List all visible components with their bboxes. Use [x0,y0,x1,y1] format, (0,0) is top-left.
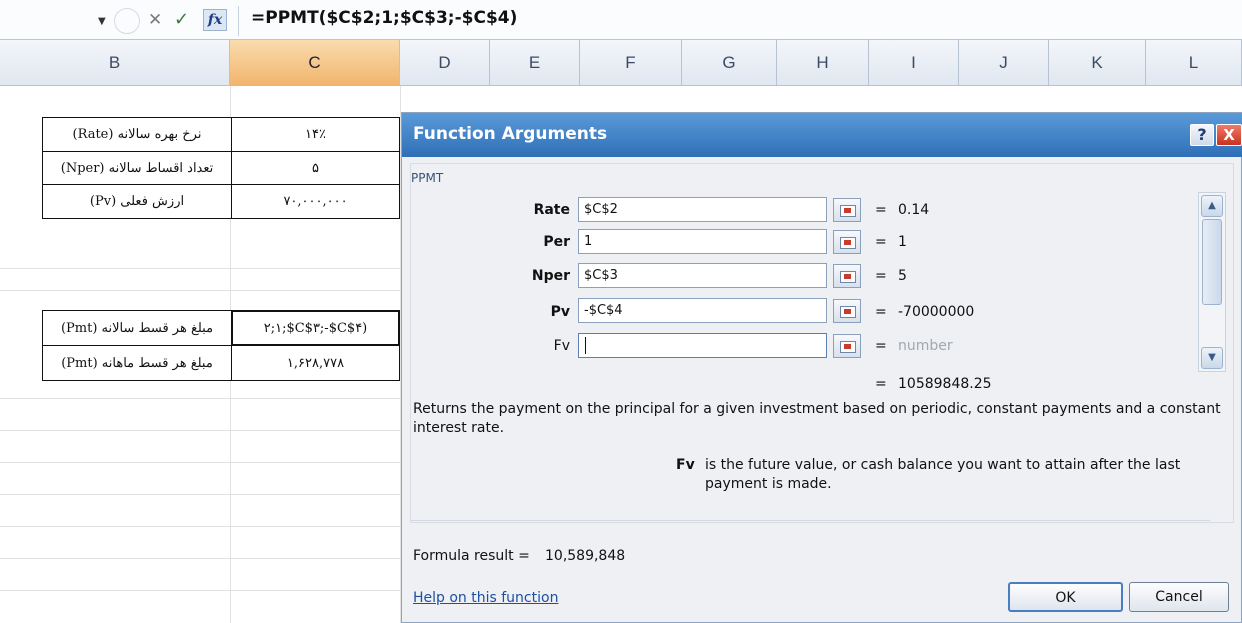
grid-line [0,290,400,291]
value-cell-pv[interactable]: ۷۰,۰۰۰,۰۰۰ [231,184,400,219]
label-cell-nper[interactable]: تعداد اقساط سالانه (Nper) [42,151,232,185]
formula-bar: ▼ ✕ ✓ fx =PPMT($C$2;1;$C$3;-$C$4) [0,0,1242,40]
arguments-scrollbar[interactable]: ▲ ▼ [1198,192,1226,372]
column-header-i[interactable]: I [869,40,959,86]
help-icon[interactable]: ? [1190,124,1214,146]
column-header-f[interactable]: F [580,40,682,86]
arg-input-pv[interactable]: -$C$4 [578,298,827,323]
grid-line [0,398,400,399]
column-header-g[interactable]: G [682,40,777,86]
result-equals: = [875,376,887,392]
arg-input-nper[interactable]: $C$3 [578,263,827,288]
function-arguments-dialog: Function Arguments ? X PPMT [401,112,1242,623]
formula-result-label: Formula result = [413,548,530,564]
arg-input-per[interactable]: 1 [578,229,827,254]
column-header-h[interactable]: H [777,40,869,86]
label-cell-annual-pmt[interactable]: مبلغ هر قسط سالانه (Pmt) [42,310,232,346]
arg-label-rate: Rate [533,202,570,218]
column-header-e[interactable]: E [490,40,580,86]
column-header-b[interactable]: B [0,40,230,86]
arg-value-rate: 0.14 [898,202,930,218]
label-cell-rate[interactable]: نرخ بهره سالانه (Rate) [42,117,232,152]
enter-entry-icon[interactable]: ✓ [174,9,189,30]
grid-line [0,494,400,495]
cancel-entry-icon[interactable]: ✕ [148,10,162,30]
dialog-title: Function Arguments [413,124,608,144]
formula-bar-divider [238,6,239,36]
scroll-up-icon[interactable]: ▲ [1201,195,1223,217]
arg-label-per: Per [543,234,570,250]
formula-bar-splitter-icon[interactable] [114,8,140,34]
grid-line [0,462,400,463]
formula-input[interactable]: =PPMT($C$2;1;$C$3;-$C$4) [251,8,517,28]
collapse-dialog-fv-icon[interactable] [833,334,861,358]
function-result-value: 10589848.25 [898,376,992,392]
arg-value-per: 1 [898,234,907,250]
function-description-cont: interest rate. [413,420,505,436]
value-cell-nper[interactable]: ۵ [231,151,400,185]
arg-help-text: is the future value, or cash balance you… [705,457,1181,473]
arg-equals: = [875,338,887,354]
function-description: Returns the payment on the principal for… [413,401,1221,417]
arg-label-pv: Pv [550,304,570,320]
arg-label-nper: Nper [531,268,570,284]
collapse-dialog-pv-icon[interactable] [833,299,861,323]
ok-button[interactable]: OK [1008,582,1123,612]
column-header-l[interactable]: L [1146,40,1242,86]
function-name-label: PPMT [411,171,444,185]
value-cell-monthly-pmt[interactable]: ۱,۶۲۸,۷۷۸ [231,345,400,381]
label-cell-monthly-pmt[interactable]: مبلغ هر قسط ماهانه (Pmt) [42,345,232,381]
formula-result-value: 10,589,848 [545,548,626,564]
arg-equals: = [875,268,887,284]
grid-line [0,590,400,591]
text-cursor [585,337,586,354]
cancel-button[interactable]: Cancel [1129,582,1229,612]
column-header-j[interactable]: J [959,40,1049,86]
arg-value-pv: -70000000 [898,304,975,320]
value-cell-rate[interactable]: ۱۴٪ [231,117,400,152]
collapse-dialog-nper-icon[interactable] [833,264,861,288]
grid-line [0,558,400,559]
grid-line [0,268,400,269]
column-header-d[interactable]: D [400,40,490,86]
collapse-dialog-per-icon[interactable] [833,230,861,254]
arg-input-fv[interactable] [578,333,827,358]
arg-equals: = [875,202,887,218]
help-on-function-link[interactable]: Help on this function [413,590,558,606]
arg-help-name: Fv [676,457,695,473]
arg-input-rate[interactable]: $C$2 [578,197,827,222]
arg-value-nper: 5 [898,268,907,284]
collapse-dialog-rate-icon[interactable] [833,198,861,222]
label-cell-pv[interactable]: ارزش فعلی (Pv) [42,184,232,219]
arg-label-fv: Fv [553,338,570,354]
arg-equals: = [875,304,887,320]
dialog-divider [410,520,1210,521]
scroll-thumb[interactable] [1202,219,1222,305]
name-box-dropdown-icon[interactable]: ▼ [98,16,106,27]
scroll-down-icon[interactable]: ▼ [1201,347,1223,369]
column-header-row: B C D E F G H I J K L [0,40,1242,86]
arg-equals: = [875,234,887,250]
arg-value-fv: number [898,338,953,354]
close-icon[interactable]: X [1216,124,1242,146]
insert-function-icon[interactable]: fx [203,9,227,31]
grid-line [0,526,400,527]
column-header-c[interactable]: C [230,40,400,86]
arg-help-text-cont: payment is made. [705,476,832,492]
value-cell-annual-pmt[interactable]: ۲;۱;$C$۳;-$C$۴) [231,310,400,346]
column-header-k[interactable]: K [1049,40,1146,86]
grid-line [0,430,400,431]
